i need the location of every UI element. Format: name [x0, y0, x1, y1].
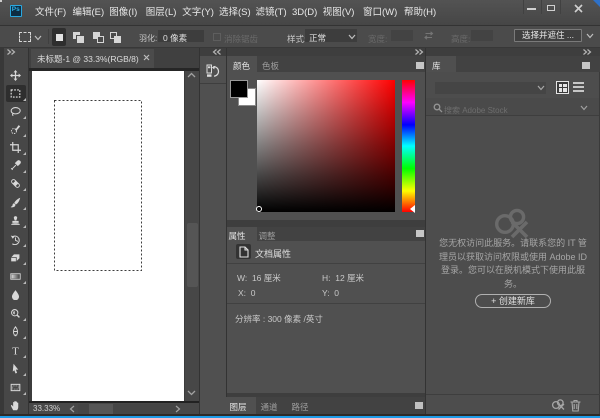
svg-text:T: T — [12, 345, 19, 356]
